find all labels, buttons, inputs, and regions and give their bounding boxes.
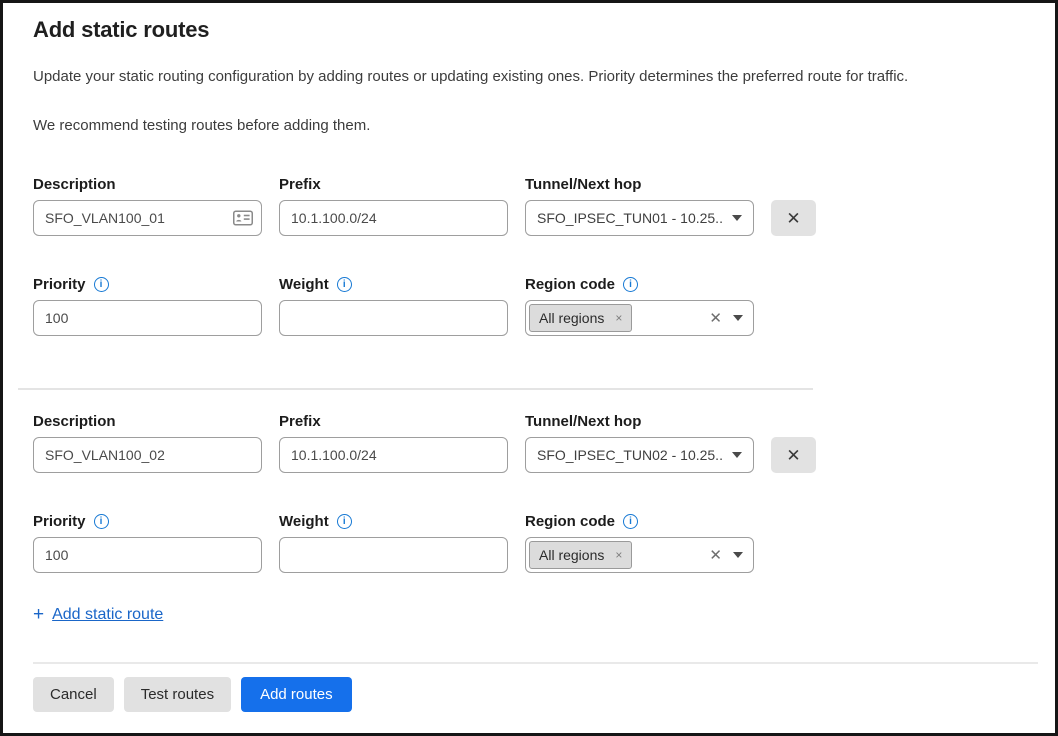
priority-input[interactable] (33, 537, 262, 573)
description-input[interactable] (33, 200, 262, 236)
add-routes-button[interactable]: Add routes (241, 677, 352, 712)
cancel-button[interactable]: Cancel (33, 677, 114, 712)
close-icon: ✕ (786, 447, 800, 464)
region-tag-chip: All regions × (529, 541, 632, 569)
description-label: Description (33, 176, 262, 193)
tunnel-next-hop-select[interactable]: SFO_IPSEC_TUN02 - 10.25... (525, 437, 754, 473)
footer-divider (33, 662, 1038, 664)
chevron-down-icon (732, 452, 742, 458)
region-tag-label: All regions (539, 310, 604, 326)
prefix-input[interactable] (279, 437, 508, 473)
route-block-2: Description Prefix Tunnel/Next hop SFO_I… (33, 413, 1025, 573)
priority-label: Priority i (33, 276, 262, 293)
tunnel-label: Tunnel/Next hop (525, 176, 754, 193)
chevron-down-icon (733, 315, 743, 321)
intro-text-1: Update your static routing configuration… (33, 68, 1025, 85)
add-static-route-link[interactable]: + Add static route (33, 604, 163, 626)
prefix-input[interactable] (279, 200, 508, 236)
weight-label: Weight i (279, 276, 508, 293)
region-code-multiselect[interactable]: All regions × ✕ (525, 537, 754, 573)
weight-input[interactable] (279, 537, 508, 573)
priority-label: Priority i (33, 513, 262, 530)
info-icon[interactable]: i (623, 514, 638, 529)
clear-selection-icon[interactable]: ✕ (709, 311, 725, 326)
info-icon[interactable]: i (623, 277, 638, 292)
remove-route-button[interactable]: ✕ (771, 437, 816, 473)
intro-text-2: We recommend testing routes before addin… (33, 117, 1025, 134)
test-routes-button[interactable]: Test routes (124, 677, 231, 712)
contact-card-autofill-icon[interactable] (233, 211, 253, 226)
info-icon[interactable]: i (94, 514, 109, 529)
description-input[interactable] (33, 437, 262, 473)
footer-actions: Cancel Test routes Add routes (33, 677, 1025, 712)
weight-label: Weight i (279, 513, 508, 530)
region-code-label: Region code i (525, 276, 754, 293)
add-static-routes-dialog: { "window": { "title": "Add static route… (0, 0, 1058, 736)
route-divider (18, 388, 813, 390)
info-icon[interactable]: i (337, 277, 352, 292)
region-code-multiselect[interactable]: All regions × ✕ (525, 300, 754, 336)
region-code-label: Region code i (525, 513, 754, 530)
description-label: Description (33, 413, 262, 430)
info-icon[interactable]: i (337, 514, 352, 529)
clear-selection-icon[interactable]: ✕ (709, 548, 725, 563)
prefix-label: Prefix (279, 176, 508, 193)
chip-remove-icon[interactable]: × (615, 312, 622, 324)
tunnel-selected-value: SFO_IPSEC_TUN01 - 10.25... (537, 210, 724, 226)
tunnel-label: Tunnel/Next hop (525, 413, 754, 430)
plus-icon: + (33, 604, 44, 626)
routes-form: Description Prefix Tunnel/Next hop (33, 176, 1025, 626)
chevron-down-icon (733, 552, 743, 558)
close-icon: ✕ (786, 210, 800, 227)
region-tag-chip: All regions × (529, 304, 632, 332)
route-block-1: Description Prefix Tunnel/Next hop (33, 176, 1025, 336)
info-icon[interactable]: i (94, 277, 109, 292)
region-tag-label: All regions (539, 547, 604, 563)
prefix-label: Prefix (279, 413, 508, 430)
add-static-route-label: Add static route (52, 606, 163, 624)
tunnel-next-hop-select[interactable]: SFO_IPSEC_TUN01 - 10.25... (525, 200, 754, 236)
chevron-down-icon (732, 215, 742, 221)
page-title: Add static routes (33, 17, 1025, 43)
remove-route-button[interactable]: ✕ (771, 200, 816, 236)
weight-input[interactable] (279, 300, 508, 336)
priority-input[interactable] (33, 300, 262, 336)
tunnel-selected-value: SFO_IPSEC_TUN02 - 10.25... (537, 447, 724, 463)
chip-remove-icon[interactable]: × (615, 549, 622, 561)
